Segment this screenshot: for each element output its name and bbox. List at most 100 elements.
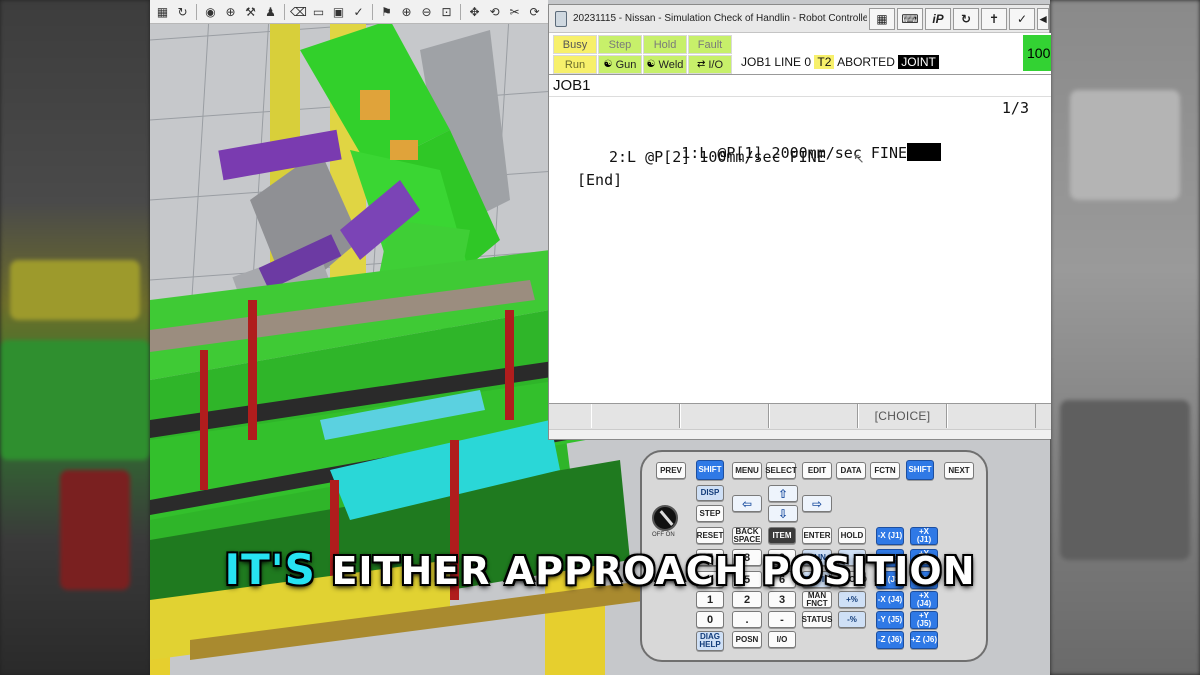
left-arrow-key[interactable]: ⇦ — [732, 495, 762, 512]
jog-plus-z-j3[interactable]: +Z (J3) — [910, 571, 938, 589]
shift-key-right[interactable]: SHIFT — [906, 460, 934, 480]
key-1[interactable]: 1 — [696, 591, 724, 608]
data-key[interactable]: DATA — [836, 462, 866, 479]
text-cursor — [907, 143, 942, 161]
man-fnct-key[interactable]: MAN FNCT — [802, 591, 832, 608]
key-minus[interactable]: - — [768, 611, 796, 628]
f2-key[interactable] — [680, 404, 769, 428]
backspace-key[interactable]: BACK SPACE — [732, 527, 762, 544]
axis-icon[interactable]: ⟲ — [486, 3, 503, 20]
keyboard-icon[interactable]: ⌨ — [897, 7, 923, 30]
horizontal-scrollbar[interactable] — [549, 429, 1051, 439]
measure-icon[interactable]: ▭ — [310, 3, 327, 20]
reset-key[interactable]: RESET — [696, 527, 724, 544]
jog-plus-y-j5[interactable]: +Y (J5) — [910, 611, 938, 629]
program-name: JOB1 — [553, 77, 591, 94]
next-key[interactable]: NEXT — [944, 462, 974, 479]
key-9[interactable]: 9 — [768, 549, 796, 566]
edit-key[interactable]: EDIT — [802, 462, 832, 479]
key-5[interactable]: 5 — [732, 571, 762, 588]
check-icon[interactable]: ✓ — [350, 3, 367, 20]
posn-key[interactable]: POSN — [732, 631, 762, 648]
jog-plus-x-j1[interactable]: +X (J1) — [910, 527, 938, 545]
gun-key[interactable]: GUN — [802, 549, 832, 566]
jog-plus-x-j4[interactable]: +X (J4) — [910, 591, 938, 609]
key-dot[interactable]: . — [732, 611, 762, 628]
key-8[interactable]: 8 — [732, 549, 762, 566]
f5-key[interactable] — [947, 404, 1036, 428]
ip-button[interactable]: iP — [925, 7, 951, 30]
key-2[interactable]: 2 — [732, 591, 762, 608]
robot-icon[interactable]: ✝ — [981, 7, 1007, 30]
cut-icon[interactable]: ✂ — [506, 3, 523, 20]
rotate-view-icon[interactable]: ⟳ — [526, 3, 543, 20]
jog-minus-z-j6[interactable]: -Z (J6) — [876, 631, 904, 649]
jog-minus-z-j3[interactable]: -Z (J3) — [876, 571, 904, 589]
page-indicator: 1/3 — [1001, 99, 1029, 117]
prev-key[interactable]: PREV — [656, 462, 686, 479]
eraser-icon[interactable]: ⌫ — [290, 3, 307, 20]
deadman-knob[interactable] — [652, 505, 678, 531]
key-0[interactable]: 0 — [696, 611, 724, 628]
shift-key-left[interactable]: SHIFT — [696, 460, 724, 480]
grid-icon[interactable]: ▦ — [154, 3, 171, 20]
reset-icon[interactable]: ↻ — [953, 7, 979, 30]
status-key[interactable]: STATUS — [802, 611, 832, 628]
menu-key[interactable]: MENU — [732, 462, 762, 479]
step-key[interactable]: STEP — [696, 505, 724, 522]
right-blur-margin — [1050, 0, 1200, 675]
coord-key[interactable]: COORD — [837, 571, 867, 588]
blank-key[interactable] — [838, 549, 866, 566]
fctn-key[interactable]: FCTN — [870, 462, 900, 479]
f1-key[interactable] — [591, 404, 680, 428]
speed-up-key[interactable]: +% — [838, 591, 866, 608]
end-marker[interactable]: [End] — [577, 171, 622, 189]
tool-icon[interactable]: ⚒ — [242, 3, 259, 20]
target-icon[interactable]: ⊕ — [222, 3, 239, 20]
key-3[interactable]: 3 — [768, 591, 796, 608]
f3-key[interactable] — [769, 404, 858, 428]
equip-key[interactable]: EQUIP — [802, 571, 832, 588]
rotate-icon[interactable]: ↻ — [174, 3, 191, 20]
cut-icon[interactable]: ✓ — [1009, 7, 1035, 30]
speed-down-key[interactable]: -% — [838, 611, 866, 628]
gun-label: Gun — [615, 58, 637, 71]
program-line[interactable]: 2:L @P[2] 100mm/sec FINE — [609, 148, 826, 166]
enter-key[interactable]: ENTER — [802, 527, 832, 544]
jog-plus-z-j6[interactable]: +Z (J6) — [910, 631, 938, 649]
disp-key[interactable]: DISP — [696, 485, 724, 501]
key-7[interactable]: 7 — [696, 549, 724, 566]
busy-indicator: Busy — [553, 35, 597, 54]
jog-minus-x-j4[interactable]: -X (J4) — [876, 591, 904, 609]
jog-minus-x-j1[interactable]: -X (J1) — [876, 527, 904, 545]
zoom-in-icon[interactable]: ⊕ — [398, 3, 415, 20]
jog-plus-y-j2[interactable]: +Y (J2) — [910, 549, 938, 567]
program-editor[interactable]: 1/3 1:L @P[1] 2000mm/sec FINE 2:L @P[2] … — [549, 97, 1051, 403]
item-key[interactable]: ITEM — [768, 527, 796, 544]
camera-icon[interactable]: ◉ — [202, 3, 219, 20]
key-4[interactable]: 4 — [696, 571, 724, 588]
more-icon[interactable]: ◄ — [1037, 7, 1049, 30]
function-key-bar: [CHOICE] — [549, 403, 1051, 429]
diag-help-key[interactable]: DIAG HELP — [696, 631, 724, 651]
down-arrow-key[interactable]: ⇩ — [768, 505, 798, 522]
move-icon[interactable]: ✥ — [466, 3, 483, 20]
f4-choice-key[interactable]: [CHOICE] — [858, 404, 947, 428]
frame-icon[interactable]: ▣ — [330, 3, 347, 20]
right-arrow-key[interactable]: ⇨ — [802, 495, 832, 512]
io-key[interactable]: I/O — [768, 631, 796, 648]
jog-minus-y-j2[interactable]: -Y (J2) — [876, 549, 904, 567]
job-line-prefix: JOB1 LINE 0 — [741, 55, 812, 69]
run-indicator: Run — [553, 55, 597, 74]
zoom-fit-icon[interactable]: ⊡ — [438, 3, 455, 20]
select-key[interactable]: SELECT — [765, 462, 797, 479]
key-6[interactable]: 6 — [768, 571, 796, 588]
teach-pendant-keypad: PREV SHIFT MENU SELECT EDIT DATA FCTN SH… — [640, 450, 988, 662]
pendant-icon[interactable]: ▦ — [869, 7, 895, 30]
hold-key[interactable]: HOLD — [838, 527, 866, 544]
person-icon[interactable]: ♟ — [262, 3, 279, 20]
zoom-out-icon[interactable]: ⊖ — [418, 3, 435, 20]
up-arrow-key[interactable]: ⇧ — [768, 485, 798, 502]
jog-minus-y-j5[interactable]: -Y (J5) — [876, 611, 904, 629]
flag-icon[interactable]: ⚑ — [378, 3, 395, 20]
